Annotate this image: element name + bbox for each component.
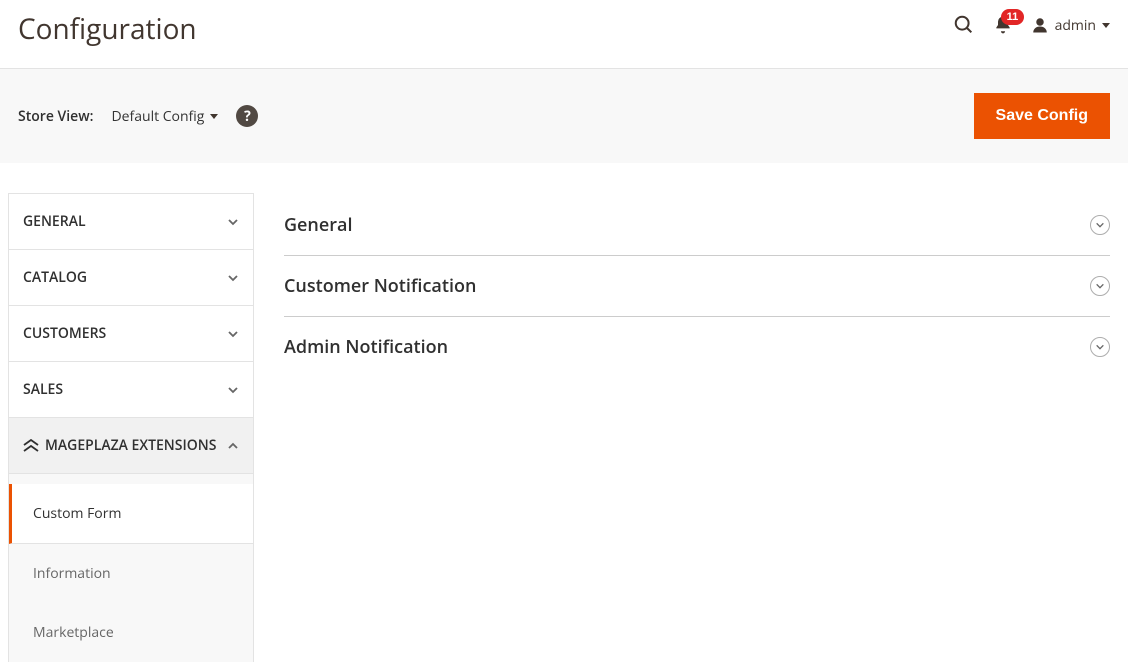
user-icon — [1031, 16, 1049, 34]
search-icon — [953, 14, 975, 36]
content: GENERAL CATALOG CUSTOMERS SALES MAGEPLAZ… — [0, 163, 1128, 662]
sidebar-item-customers[interactable]: CUSTOMERS — [9, 306, 253, 362]
expand-icon — [1090, 276, 1110, 296]
section-title: Customer Notification — [284, 274, 476, 298]
section-general[interactable]: General — [284, 195, 1110, 256]
store-view-value: Default Config — [111, 107, 204, 126]
sidebar-sub-marketplace[interactable]: Marketplace — [9, 603, 253, 662]
expand-icon — [1090, 215, 1110, 235]
store-view-select[interactable]: Default Config — [111, 107, 218, 126]
sidebar-item-catalog[interactable]: CATALOG — [9, 250, 253, 306]
toolbar: Store View: Default Config ? Save Config — [0, 68, 1128, 163]
help-icon[interactable]: ? — [236, 105, 258, 127]
store-view-label: Store View: — [18, 107, 93, 126]
sidebar-sub-custom-form[interactable]: Custom Form — [9, 484, 253, 544]
sidebar-item-sales[interactable]: SALES — [9, 362, 253, 418]
header-actions: 11 admin — [953, 14, 1110, 36]
section-customer-notification[interactable]: Customer Notification — [284, 256, 1110, 317]
config-sidebar: GENERAL CATALOG CUSTOMERS SALES MAGEPLAZ… — [8, 193, 254, 662]
chevron-down-icon — [227, 328, 239, 340]
sidebar-item-label: SALES — [23, 380, 63, 399]
chevron-down-icon — [227, 272, 239, 284]
sidebar-item-label: GENERAL — [23, 212, 86, 231]
toolbar-left: Store View: Default Config ? — [18, 105, 258, 127]
notifications-button[interactable]: 11 — [993, 15, 1013, 35]
mageplaza-icon — [23, 439, 39, 453]
page-header: Configuration 11 admin — [0, 0, 1128, 68]
caret-down-icon — [210, 114, 218, 119]
section-title: General — [284, 213, 352, 237]
sidebar-item-label: CUSTOMERS — [23, 324, 106, 343]
search-button[interactable] — [953, 14, 975, 36]
section-admin-notification[interactable]: Admin Notification — [284, 317, 1110, 377]
sidebar-item-general[interactable]: GENERAL — [9, 194, 253, 250]
chevron-up-icon — [227, 440, 239, 452]
page-title: Configuration — [18, 10, 197, 48]
chevron-down-icon — [227, 384, 239, 396]
chevron-down-icon — [227, 216, 239, 228]
sidebar-sub-information[interactable]: Information — [9, 544, 253, 603]
section-title: Admin Notification — [284, 335, 448, 359]
sidebar-submenu: Custom Form Information Marketplace — [9, 474, 253, 662]
sidebar-item-label-wrap: MAGEPLAZA EXTENSIONS — [23, 436, 216, 455]
user-menu[interactable]: admin — [1031, 16, 1110, 35]
caret-down-icon — [1102, 23, 1110, 28]
sidebar-item-label: CATALOG — [23, 268, 87, 287]
sidebar-item-mageplaza[interactable]: MAGEPLAZA EXTENSIONS — [9, 418, 253, 474]
save-config-button[interactable]: Save Config — [974, 93, 1110, 139]
expand-icon — [1090, 337, 1110, 357]
main-panel: General Customer Notification Admin Noti… — [284, 193, 1110, 662]
username-label: admin — [1055, 16, 1096, 35]
notification-badge: 11 — [1001, 9, 1025, 25]
